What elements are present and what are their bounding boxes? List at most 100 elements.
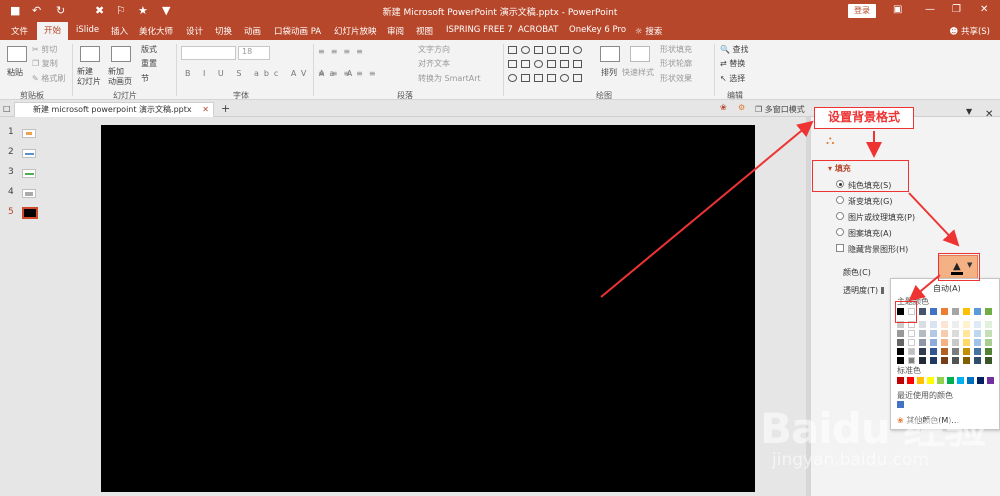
pane-close-icon[interactable]: ✕ bbox=[985, 109, 993, 120]
slide-thumbnail[interactable] bbox=[22, 149, 36, 158]
shapes-gallery[interactable] bbox=[508, 45, 592, 85]
standard-color-swatch[interactable] bbox=[927, 377, 934, 384]
pane-options-icon[interactable]: ▼ bbox=[966, 107, 972, 116]
shape-item[interactable] bbox=[573, 46, 582, 54]
tab-transitions[interactable]: 切换 bbox=[215, 25, 232, 37]
shape-item[interactable] bbox=[560, 60, 569, 68]
replace-button[interactable]: ⇄ 替换 bbox=[720, 58, 745, 69]
quick-styles-button[interactable]: 快速样式 bbox=[622, 67, 654, 78]
tab-search[interactable]: ☼ 搜索 bbox=[635, 25, 662, 37]
tab-slideshow[interactable]: 幻灯片放映 bbox=[334, 25, 377, 37]
tab-review[interactable]: 审阅 bbox=[387, 25, 404, 37]
standard-color-swatch[interactable] bbox=[957, 377, 964, 384]
align-text-button[interactable]: 对齐文本 bbox=[418, 58, 450, 69]
shape-item[interactable] bbox=[521, 60, 530, 68]
shape-item[interactable] bbox=[534, 60, 543, 68]
select-button[interactable]: ↖ 选择 bbox=[720, 73, 745, 84]
picture-fill-radio[interactable] bbox=[836, 212, 844, 220]
slide-thumbnail[interactable] bbox=[22, 169, 36, 178]
tab-file[interactable]: 文件 bbox=[11, 25, 28, 37]
standard-color-swatch[interactable] bbox=[897, 377, 904, 384]
tab-animations[interactable]: 动画 bbox=[244, 25, 261, 37]
restore-icon[interactable]: ❐ bbox=[952, 4, 961, 15]
standard-color-swatch[interactable] bbox=[907, 377, 914, 384]
tab-insert[interactable]: 插入 bbox=[111, 25, 128, 37]
add-tab-icon[interactable]: + bbox=[221, 102, 230, 115]
login-button[interactable]: 登录 bbox=[848, 4, 876, 18]
close-icon[interactable]: ✕ bbox=[980, 4, 988, 15]
arrange-icon[interactable] bbox=[600, 46, 620, 62]
new-slide-button[interactable]: 新建 幻灯片 bbox=[77, 67, 101, 87]
settings-icon[interactable]: ⚙ bbox=[738, 103, 745, 112]
document-tab[interactable]: 新建 microsoft powerpoint 演示文稿.pptx ✕ bbox=[14, 102, 214, 117]
slide-thumbnail[interactable] bbox=[22, 189, 36, 198]
shape-effects-button[interactable]: 形状效果 bbox=[660, 73, 692, 84]
cut-button[interactable]: ✂ 剪切 bbox=[32, 44, 57, 55]
slide-thumbnail[interactable] bbox=[22, 129, 36, 138]
transparency-slider[interactable] bbox=[881, 287, 884, 294]
tab-design[interactable]: 设计 bbox=[186, 25, 203, 37]
standard-color-swatch[interactable] bbox=[917, 377, 924, 384]
copy-button[interactable]: ❐ 复制 bbox=[32, 58, 58, 69]
section-button[interactable]: 节 bbox=[141, 73, 149, 84]
align-buttons[interactable]: ≡≡≡≡≡ bbox=[318, 69, 382, 78]
shape-item[interactable] bbox=[521, 46, 530, 54]
standard-color-swatch[interactable] bbox=[977, 377, 984, 384]
hide-background-checkbox[interactable] bbox=[836, 244, 844, 252]
find-button[interactable]: 🔍 查找 bbox=[720, 44, 749, 55]
gradient-fill-radio[interactable] bbox=[836, 196, 844, 204]
list-buttons[interactable]: ≡≡≡≡ bbox=[318, 47, 369, 56]
tab-ispring[interactable]: ISPRING FREE 7 bbox=[446, 25, 513, 35]
text-direction-button[interactable]: 文字方向 bbox=[418, 44, 450, 55]
standard-color-swatch[interactable] bbox=[937, 377, 944, 384]
shape-item[interactable] bbox=[508, 74, 517, 82]
format-painter-button[interactable]: ✎ 格式刷 bbox=[32, 73, 65, 84]
paste-icon[interactable] bbox=[7, 46, 27, 62]
ribbon-options-icon[interactable]: ▣ bbox=[893, 4, 902, 15]
tab-pocket-animation[interactable]: 口袋动画 PA bbox=[274, 25, 321, 37]
shape-item[interactable] bbox=[547, 60, 556, 68]
shape-item[interactable] bbox=[547, 74, 556, 82]
shape-item[interactable] bbox=[534, 46, 543, 54]
minimize-icon[interactable]: — bbox=[925, 4, 935, 15]
close-tab-icon[interactable]: ✕ bbox=[202, 103, 209, 117]
share-button[interactable]: ☻ 共享(S) bbox=[949, 25, 990, 37]
fill-bucket-icon[interactable]: ⛬ bbox=[826, 133, 834, 148]
shape-item[interactable] bbox=[547, 46, 556, 54]
shape-item[interactable] bbox=[521, 74, 530, 82]
plugin-icon[interactable]: ❀ bbox=[720, 103, 727, 112]
paste-button[interactable]: 粘贴 bbox=[7, 67, 23, 78]
smartart-button[interactable]: 转换为 SmartArt bbox=[418, 73, 481, 84]
tab-onekey[interactable]: OneKey 6 Pro bbox=[569, 25, 626, 35]
tab-view[interactable]: 视图 bbox=[416, 25, 433, 37]
reset-button[interactable]: 重置 bbox=[141, 58, 157, 69]
tab-home[interactable]: 开始 bbox=[37, 22, 69, 40]
shape-outline-button[interactable]: 形状轮廓 bbox=[660, 58, 692, 69]
new-animation-button[interactable]: 新加 动画页 bbox=[108, 67, 132, 87]
shape-item[interactable] bbox=[508, 46, 517, 54]
font-size-box[interactable]: 18 bbox=[238, 46, 270, 60]
pattern-fill-radio[interactable] bbox=[836, 228, 844, 236]
layout-button[interactable]: 版式 bbox=[141, 44, 157, 55]
shape-fill-button[interactable]: 形状填充 bbox=[660, 44, 692, 55]
shape-item[interactable] bbox=[573, 74, 582, 82]
tab-beautify[interactable]: 美化大师 bbox=[139, 25, 173, 37]
tab-acrobat[interactable]: ACROBAT bbox=[518, 25, 558, 35]
tab-islide[interactable]: iSlide bbox=[76, 25, 99, 35]
shape-item[interactable] bbox=[508, 60, 517, 68]
new-animation-icon[interactable] bbox=[111, 46, 131, 62]
shape-item[interactable] bbox=[573, 60, 582, 68]
shape-item[interactable] bbox=[534, 74, 543, 82]
standard-color-swatch[interactable] bbox=[987, 377, 994, 384]
slide-thumbnail-active[interactable] bbox=[22, 207, 38, 219]
shape-item[interactable] bbox=[560, 46, 569, 54]
shape-item[interactable] bbox=[560, 74, 569, 82]
standard-color-swatch[interactable] bbox=[947, 377, 954, 384]
standard-color-swatch[interactable] bbox=[967, 377, 974, 384]
quick-styles-icon[interactable] bbox=[630, 46, 650, 62]
multiwindow-button[interactable]: ❐ 多窗口模式 bbox=[755, 104, 805, 115]
new-slide-icon[interactable] bbox=[80, 46, 100, 62]
font-name-box[interactable] bbox=[181, 46, 236, 60]
current-slide[interactable] bbox=[101, 125, 755, 492]
arrange-button[interactable]: 排列 bbox=[601, 67, 617, 78]
